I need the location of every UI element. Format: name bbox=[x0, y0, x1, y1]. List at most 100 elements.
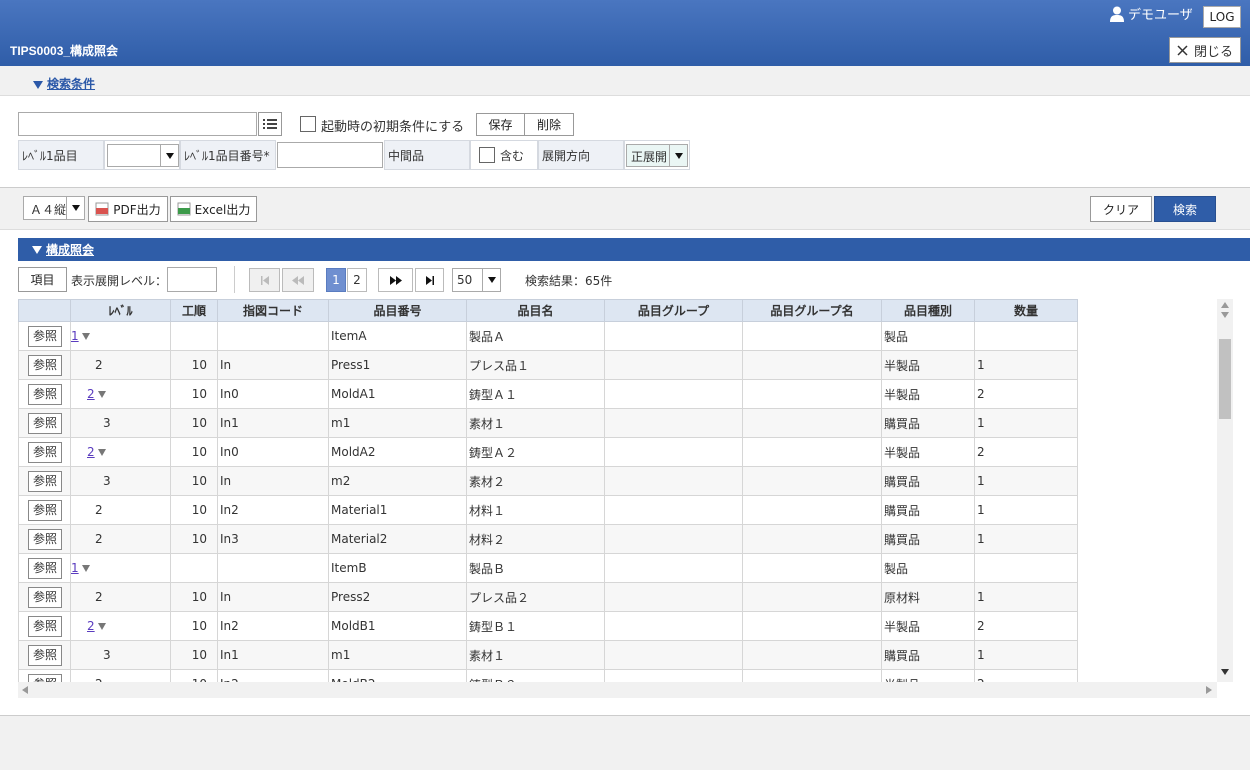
search-button[interactable]: 検索 bbox=[1154, 196, 1216, 222]
items-button[interactable]: 項目 bbox=[18, 267, 67, 292]
qty-cell bbox=[974, 553, 1078, 583]
scroll-up-icon[interactable] bbox=[1221, 312, 1229, 318]
ref-button[interactable]: 参照 bbox=[28, 673, 62, 682]
route-cell bbox=[170, 321, 218, 351]
expand-icon[interactable] bbox=[97, 623, 106, 630]
level-value[interactable]: 2 bbox=[87, 387, 95, 401]
group-cell bbox=[604, 495, 743, 525]
conditions-toggle-label: 検索条件 bbox=[47, 77, 96, 91]
ref-button[interactable]: 参照 bbox=[28, 441, 62, 463]
level-value[interactable]: 1 bbox=[72, 561, 79, 575]
column-header[interactable]: 品目グループ bbox=[604, 299, 743, 322]
item-no-cell: m1 bbox=[328, 640, 467, 670]
group-cell bbox=[604, 466, 743, 496]
excel-export-button[interactable]: Excel出力 bbox=[170, 196, 257, 222]
rewind-icon bbox=[292, 275, 304, 285]
column-header[interactable]: 品目番号 bbox=[328, 299, 467, 322]
condition-name-input[interactable] bbox=[18, 112, 257, 136]
level1-item-no-input[interactable] bbox=[277, 142, 383, 168]
first-page-button[interactable] bbox=[249, 268, 280, 292]
init-condition-checkbox[interactable] bbox=[300, 116, 316, 132]
include-label: 含む bbox=[500, 149, 525, 163]
prev-page-button[interactable] bbox=[282, 268, 314, 292]
conditions-toggle[interactable]: 検索条件 bbox=[33, 75, 95, 92]
scroll-right-icon[interactable] bbox=[1206, 686, 1212, 694]
expand-icon[interactable] bbox=[97, 449, 106, 456]
page-1-button[interactable]: 1 bbox=[326, 268, 346, 292]
level-value[interactable]: 2 bbox=[87, 619, 95, 633]
ref-button[interactable]: 参照 bbox=[28, 470, 62, 492]
level-cell: 2 bbox=[70, 379, 171, 409]
condition-list-button[interactable] bbox=[258, 112, 282, 136]
scroll-left-icon[interactable] bbox=[22, 686, 28, 694]
ref-button[interactable]: 参照 bbox=[28, 325, 62, 347]
direction-select[interactable]: 正展開 bbox=[626, 144, 688, 167]
last-page-button[interactable] bbox=[415, 268, 444, 292]
pdf-export-button[interactable]: PDF出力 bbox=[88, 196, 168, 222]
ref-button[interactable]: 参照 bbox=[28, 383, 62, 405]
group-cell bbox=[604, 553, 743, 583]
vertical-scrollbar[interactable] bbox=[1217, 299, 1233, 682]
scroll-up-icon[interactable] bbox=[1221, 302, 1229, 308]
item-name-cell: プレス品１ bbox=[466, 350, 605, 380]
group-name-cell bbox=[742, 669, 882, 682]
delete-button[interactable]: 削除 bbox=[524, 113, 574, 136]
close-button[interactable]: 閉じる bbox=[1169, 37, 1241, 63]
level-value[interactable]: 1 bbox=[72, 329, 79, 343]
user-menu[interactable]: デモユーザ bbox=[1110, 4, 1193, 23]
route-cell: 10 bbox=[170, 466, 218, 496]
expand-icon[interactable] bbox=[97, 391, 106, 398]
excel-export-label: Excel出力 bbox=[194, 202, 251, 217]
level-value[interactable]: 2 bbox=[87, 445, 95, 459]
ref-cell: 参照 bbox=[18, 611, 71, 641]
page-size-select[interactable]: 50 bbox=[452, 268, 501, 292]
group-cell bbox=[604, 408, 743, 438]
level-value: 2 bbox=[95, 358, 103, 372]
column-header[interactable] bbox=[18, 299, 71, 322]
level1-item-select[interactable] bbox=[107, 144, 179, 167]
display-level-input[interactable] bbox=[167, 267, 217, 292]
ref-button[interactable]: 参照 bbox=[28, 557, 62, 579]
page-2-button[interactable]: 2 bbox=[347, 268, 367, 292]
ref-button[interactable]: 参照 bbox=[28, 528, 62, 550]
column-header[interactable]: 品目種別 bbox=[881, 299, 975, 322]
column-header[interactable]: ﾚﾍﾞﾙ bbox=[70, 299, 171, 322]
column-header[interactable]: 指図コード bbox=[217, 299, 329, 322]
result-toggle[interactable]: 構成照会 bbox=[18, 238, 1250, 261]
group-name-cell bbox=[742, 524, 882, 554]
scroll-down-icon[interactable] bbox=[1221, 669, 1229, 675]
paper-size-select[interactable]: Ａ４縦 bbox=[23, 196, 85, 220]
footer-divider bbox=[0, 715, 1250, 716]
column-header[interactable]: 品目名 bbox=[466, 299, 605, 322]
ref-button[interactable]: 参照 bbox=[28, 644, 62, 666]
ref-button[interactable]: 参照 bbox=[28, 586, 62, 608]
group-cell bbox=[604, 350, 743, 380]
column-header[interactable]: 数量 bbox=[974, 299, 1078, 322]
ref-button[interactable]: 参照 bbox=[28, 499, 62, 521]
ref-button[interactable]: 参照 bbox=[28, 354, 62, 376]
group-name-cell bbox=[742, 350, 882, 380]
qty-cell: 1 bbox=[974, 408, 1078, 438]
table-row: 参照 1 ItemB 製品Ｂ 製品 bbox=[18, 553, 1078, 583]
close-icon bbox=[1177, 44, 1188, 56]
item-name-cell: 鋳型Ａ２ bbox=[466, 437, 605, 467]
type-cell: 購買品 bbox=[881, 466, 975, 496]
horizontal-scrollbar[interactable] bbox=[18, 682, 1217, 698]
save-button[interactable]: 保存 bbox=[476, 113, 525, 136]
ref-button[interactable]: 参照 bbox=[28, 615, 62, 637]
group-name-cell bbox=[742, 466, 882, 496]
last-page-icon bbox=[425, 275, 434, 285]
level1-item-cell bbox=[104, 140, 180, 170]
include-checkbox[interactable] bbox=[479, 147, 495, 163]
fast-forward-icon bbox=[389, 275, 402, 285]
expand-icon[interactable] bbox=[81, 333, 90, 340]
column-header[interactable]: 工順 bbox=[170, 299, 218, 322]
ref-button[interactable]: 参照 bbox=[28, 412, 62, 434]
column-header[interactable]: 品目グループ名 bbox=[742, 299, 882, 322]
clear-button[interactable]: クリア bbox=[1090, 196, 1152, 222]
log-button[interactable]: LOG bbox=[1203, 6, 1241, 28]
expand-icon[interactable] bbox=[81, 565, 90, 572]
scroll-thumb[interactable] bbox=[1219, 339, 1231, 419]
table-row: 参照 2 10 In2 MoldB1 鋳型Ｂ１ 半製品 2 bbox=[18, 611, 1078, 641]
next-page-button[interactable] bbox=[378, 268, 413, 292]
